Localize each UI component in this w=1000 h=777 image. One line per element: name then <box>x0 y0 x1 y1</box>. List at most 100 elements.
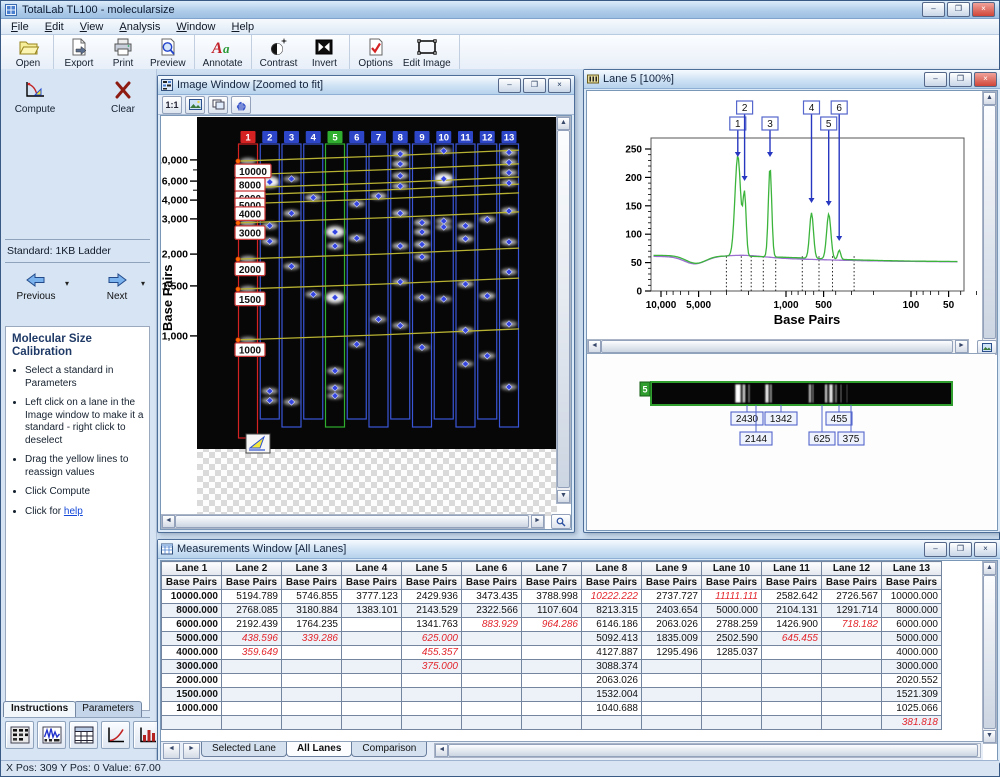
column-header[interactable]: Lane 12 <box>822 562 882 576</box>
menu-window[interactable]: Window <box>168 21 223 33</box>
column-header[interactable]: Lane 9 <box>642 562 702 576</box>
contrast-button[interactable]: Contrast <box>255 35 303 71</box>
scroll-thumb[interactable] <box>448 744 978 757</box>
zoom-tool-button[interactable] <box>551 514 571 529</box>
cell <box>282 646 342 660</box>
cell: 339.286 <box>282 632 342 646</box>
tab-comparison[interactable]: Comparison <box>351 742 427 757</box>
lane-strip-view[interactable]: 5243013424552144625375 <box>587 354 987 530</box>
export-button[interactable]: Export <box>57 35 101 71</box>
clear-button[interactable]: Clear <box>97 79 149 115</box>
zoom-1-1-button[interactable]: 1:1 <box>162 96 182 114</box>
calibration-curve-view-button[interactable] <box>101 721 130 749</box>
fit-image-button[interactable] <box>185 96 205 114</box>
scroll-left-button[interactable]: ◄ <box>162 515 175 528</box>
scroll-thumb[interactable] <box>983 105 996 339</box>
scroll-right-button[interactable]: ► <box>955 340 968 353</box>
scroll-thumb[interactable] <box>983 575 996 729</box>
column-header[interactable]: Lane 8 <box>582 562 642 576</box>
histogram-icon <box>138 726 158 744</box>
previous-button[interactable]: Previous <box>13 272 59 302</box>
close-button[interactable]: × <box>972 2 995 17</box>
strip-view-button[interactable] <box>977 340 997 354</box>
scroll-left-button[interactable]: ◄ <box>435 744 448 757</box>
cell: 455.357 <box>402 646 462 660</box>
scroll-thumb[interactable] <box>175 515 529 528</box>
scroll-up-button[interactable]: ▲ <box>557 117 570 130</box>
scroll-thumb[interactable] <box>557 130 570 488</box>
next-dropdown-caret[interactable]: ▾ <box>141 279 145 288</box>
lane-profile-view-button[interactable] <box>37 721 66 749</box>
scroll-down-button[interactable]: ▼ <box>557 490 570 503</box>
image-window-restore-button[interactable]: ❐ <box>523 78 546 93</box>
invert-button[interactable]: Invert <box>302 35 346 71</box>
cell: 2063.026 <box>582 674 642 688</box>
column-header[interactable]: Lane 11 <box>762 562 822 576</box>
lane-horizontal-scrollbar[interactable]: ◄ ► <box>587 339 969 354</box>
scroll-thumb[interactable] <box>601 340 953 353</box>
column-header[interactable]: Lane 2 <box>222 562 282 576</box>
open-button[interactable]: Open <box>6 35 50 71</box>
tabs-scroll-left-button[interactable]: ◄ <box>163 743 180 759</box>
scroll-right-button[interactable]: ► <box>531 515 544 528</box>
copy-image-button[interactable] <box>208 96 228 114</box>
minimize-button[interactable]: – <box>922 2 945 17</box>
cell: 359.649 <box>222 646 282 660</box>
gel-image[interactable]: 1000080006000500040003000200015001000123… <box>161 116 557 516</box>
menu-view[interactable]: View <box>72 21 112 33</box>
cell <box>522 632 582 646</box>
tab-selected-lane[interactable]: Selected Lane <box>201 742 287 757</box>
tab-all-lanes[interactable]: All Lanes <box>286 742 352 757</box>
scroll-up-button[interactable]: ▲ <box>983 92 996 105</box>
pan-hand-button[interactable] <box>231 96 251 114</box>
scroll-down-button[interactable]: ▼ <box>983 730 996 743</box>
cell: 3000.000 <box>882 660 942 674</box>
lane-window-close-button[interactable]: × <box>974 72 997 87</box>
column-header[interactable]: Lane 3 <box>282 562 342 576</box>
column-header[interactable]: Lane 13 <box>882 562 942 576</box>
gel-image-view-button[interactable] <box>5 721 34 749</box>
lane-window-restore-button[interactable]: ❐ <box>949 72 972 87</box>
measurements-vertical-scrollbar[interactable]: ▲ ▼ <box>982 561 997 744</box>
measurements-minimize-button[interactable]: – <box>924 542 947 557</box>
restore-button[interactable]: ❐ <box>947 2 970 17</box>
measurements-close-button[interactable]: × <box>974 542 997 557</box>
menu-edit[interactable]: Edit <box>37 21 72 33</box>
image-vertical-scrollbar[interactable]: ▲ ▼ <box>556 116 571 504</box>
print-button[interactable]: Print <box>101 35 145 71</box>
column-header[interactable]: Lane 1 <box>162 562 222 576</box>
image-window-close-button[interactable]: × <box>548 78 571 93</box>
lane-window-minimize-button[interactable]: – <box>924 72 947 87</box>
scroll-up-button[interactable]: ▲ <box>983 562 996 575</box>
pan-hand-icon <box>235 99 247 111</box>
column-header[interactable]: Lane 4 <box>342 562 402 576</box>
column-header[interactable]: Lane 7 <box>522 562 582 576</box>
annotate-button[interactable]: AaAnnotate <box>198 35 248 71</box>
edit-image-button[interactable]: Edit Image <box>398 35 456 71</box>
svg-text:100: 100 <box>903 300 920 311</box>
next-button[interactable]: Next <box>97 272 137 302</box>
help-link[interactable]: help <box>64 506 83 517</box>
compute-button[interactable]: Compute <box>9 79 61 115</box>
measurements-horizontal-scrollbar[interactable]: ◄ <box>434 743 981 758</box>
menu-help[interactable]: Help <box>223 21 262 33</box>
image-horizontal-scrollbar[interactable]: ◄ ► <box>161 514 545 529</box>
measurements-restore-button[interactable]: ❐ <box>949 542 972 557</box>
table-row: 10000.0005194.7895746.8553777.1232429.93… <box>162 590 942 604</box>
image-window-minimize-button[interactable]: – <box>498 78 521 93</box>
previous-dropdown-caret[interactable]: ▾ <box>65 279 69 288</box>
options-button[interactable]: Options <box>353 35 397 71</box>
column-header[interactable]: Lane 5 <box>402 562 462 576</box>
column-header[interactable]: Lane 6 <box>462 562 522 576</box>
menu-analysis[interactable]: Analysis <box>111 21 168 33</box>
tabs-scroll-right-button[interactable]: ► <box>183 743 200 759</box>
menu-file[interactable]: File <box>3 21 37 33</box>
strip-lane[interactable] <box>651 382 952 405</box>
scroll-left-button[interactable]: ◄ <box>588 340 601 353</box>
column-header[interactable]: Lane 10 <box>702 562 762 576</box>
lane-vertical-scrollbar[interactable]: ▲ ▼ <box>982 91 997 355</box>
tab-parameters[interactable]: Parameters <box>74 701 142 717</box>
preview-button[interactable]: Preview <box>145 35 191 71</box>
tab-instructions[interactable]: Instructions <box>3 701 76 717</box>
measurements-table-view-button[interactable] <box>69 721 98 749</box>
